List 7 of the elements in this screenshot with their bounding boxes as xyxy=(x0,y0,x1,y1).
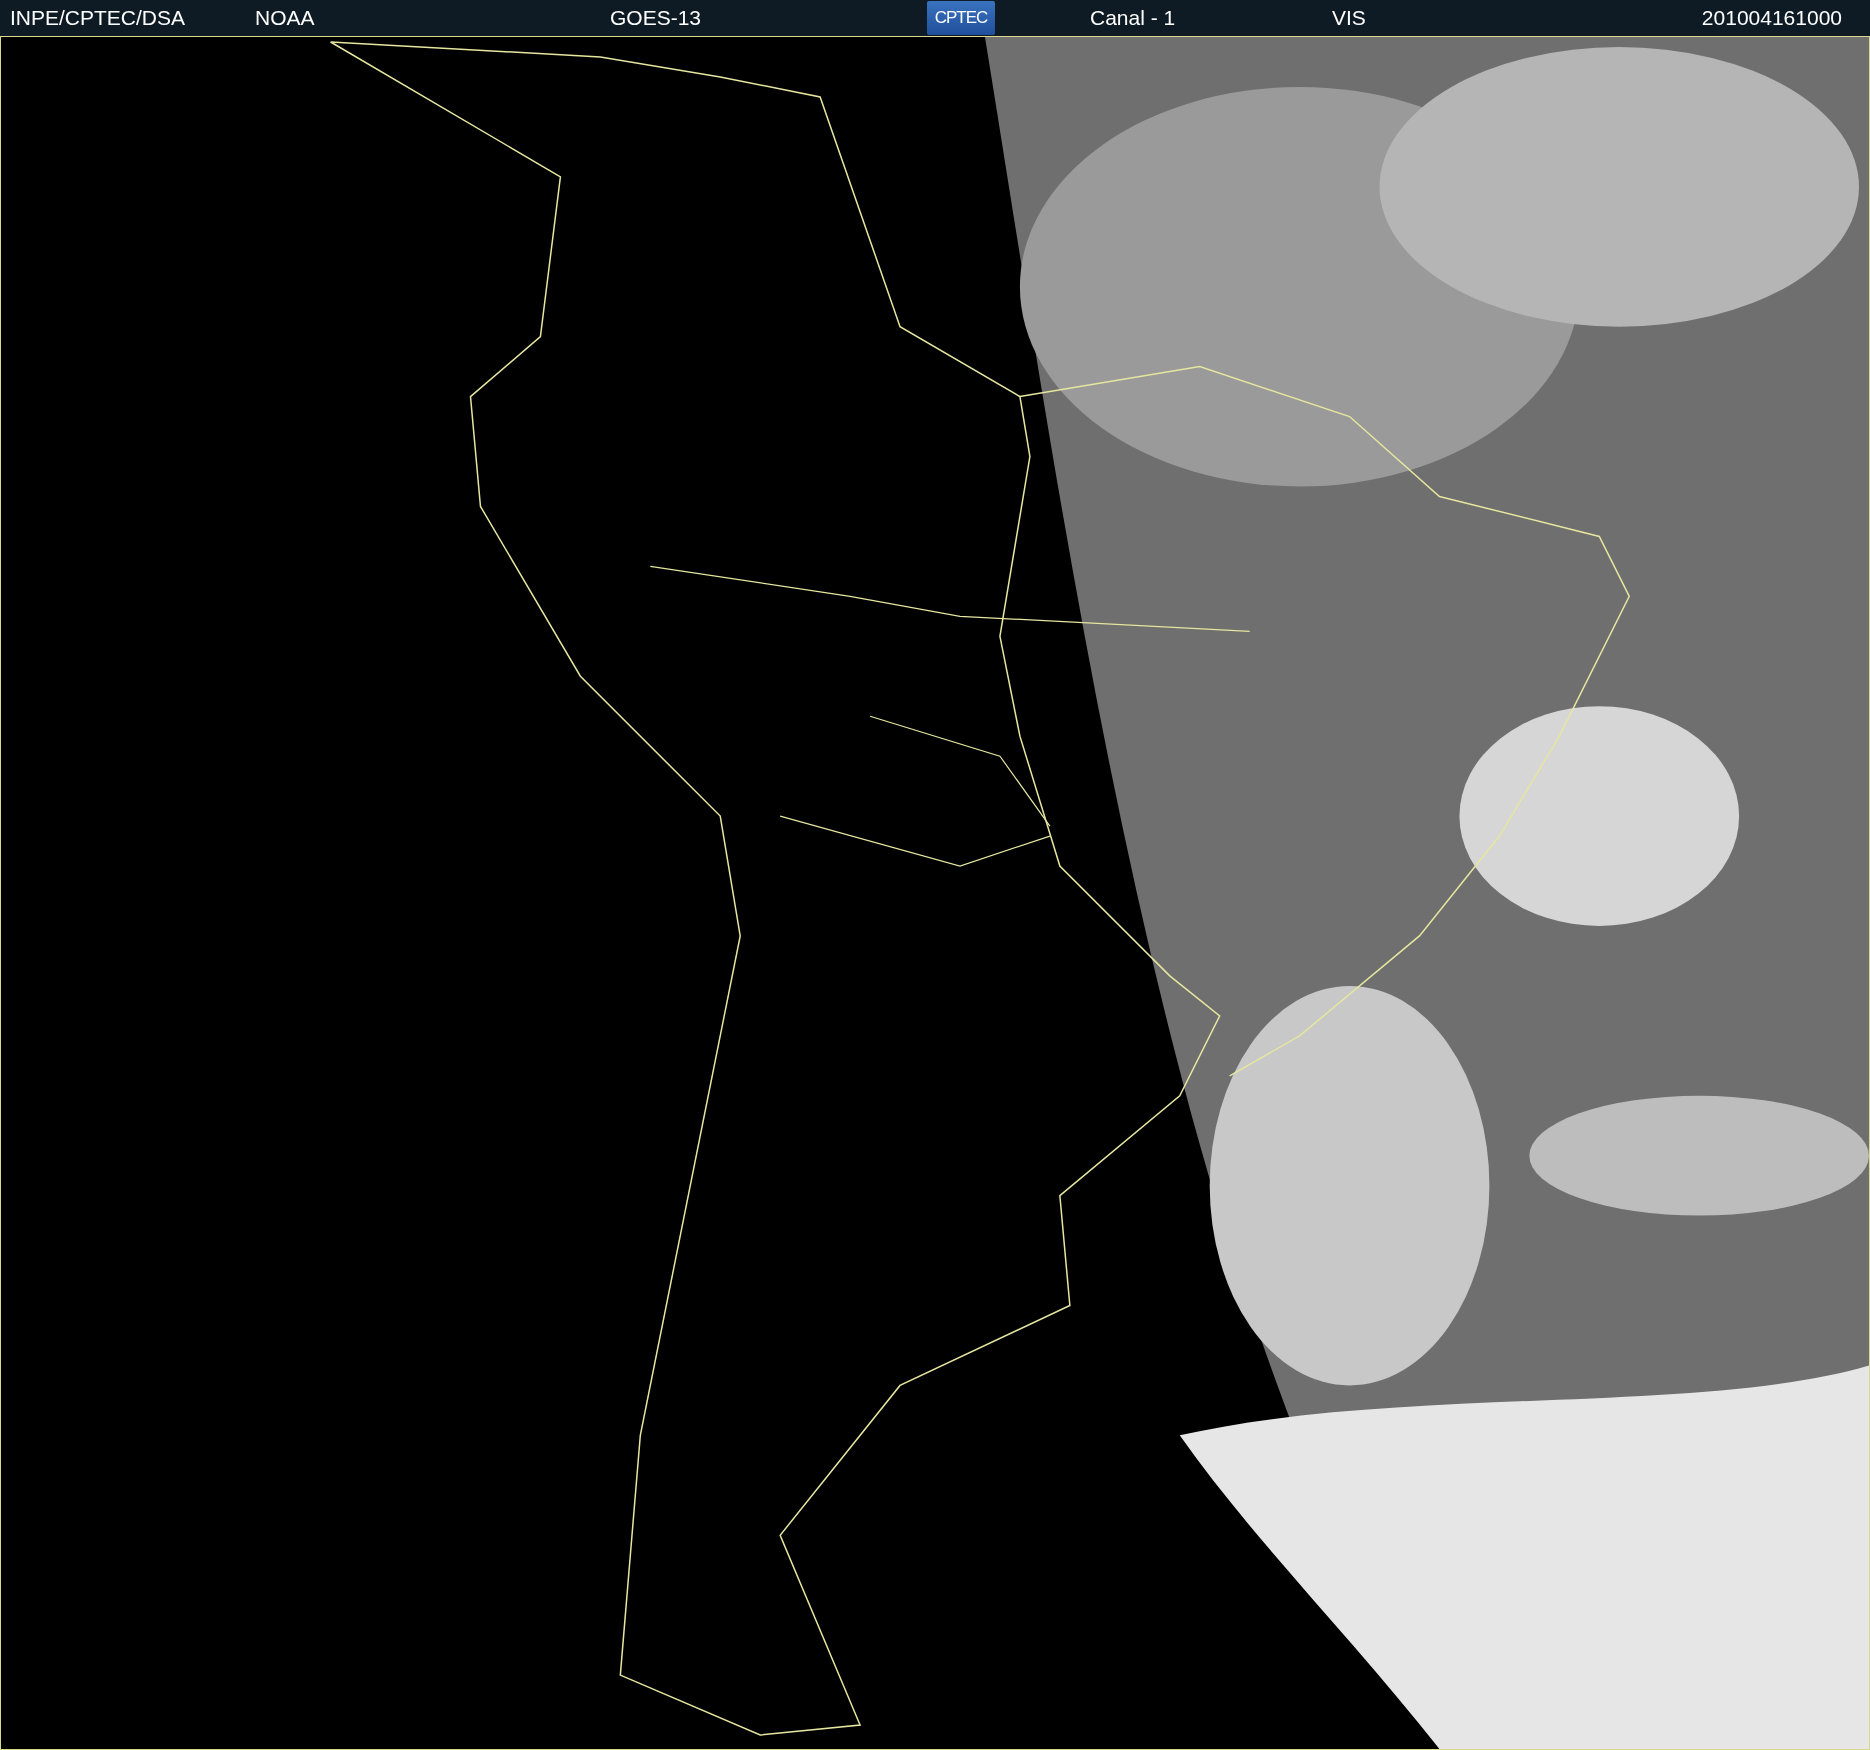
channel-label: Canal - 1 xyxy=(1090,5,1177,32)
logo: CPTEC xyxy=(927,1,995,35)
band-label: VIS xyxy=(1332,5,1367,32)
timestamp-label: 201004161000 xyxy=(1701,5,1842,32)
satellite-label: GOES-13 xyxy=(610,5,703,32)
agency-label: NOAA xyxy=(255,5,316,32)
source-label: INPE/CPTEC/DSA xyxy=(10,5,187,32)
